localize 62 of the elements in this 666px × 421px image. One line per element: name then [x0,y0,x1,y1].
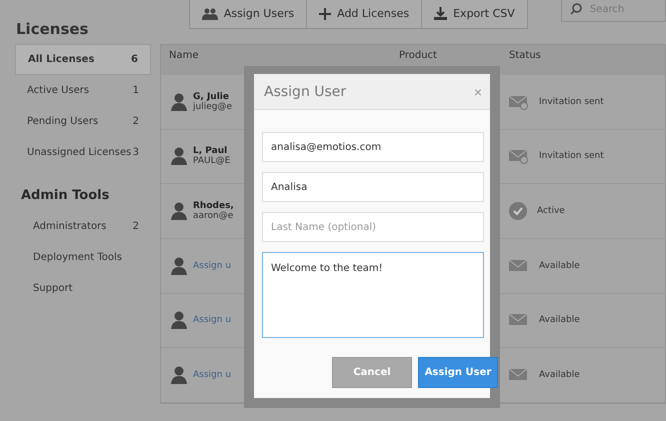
sidebar-label: Unassigned Licenses [27,147,132,158]
user-name: G, Julie [193,92,229,102]
sidebar-item[interactable]: All Licenses 6 [15,44,151,75]
input-field[interactable]: analisa@emotios.com [262,132,484,162]
assign-user-link[interactable]: Assign u [193,370,232,380]
person-icon [171,256,187,275]
column-header: Name [168,50,200,61]
check-circle-icon [509,202,527,220]
envelope-clock-icon [509,148,529,164]
input-field[interactable]: Last Name (optional) [262,212,484,242]
sidebar-label: Deployment Tools [33,252,122,263]
download-icon [434,7,448,20]
plus-icon [319,8,332,20]
column-header: Status [508,50,542,61]
item-count: 2 [132,221,139,232]
toolbar-button[interactable]: Assign Users [188,0,308,29]
envelope-icon [509,258,529,274]
status-text: Available [539,315,580,326]
sidebar-label: Pending Users [27,116,98,127]
status-text: Invitation sent [539,151,604,162]
status-text: Available [539,260,580,271]
user-email: aaron@e [193,211,234,222]
sidebar-item[interactable]: Support [15,273,151,304]
assign-user-link[interactable]: Assign u [193,260,232,271]
section-title: Admin Tools [21,188,110,203]
sidebar-label: Support [33,283,73,294]
sidebar-item[interactable]: Unassigned Licenses3 [15,137,151,168]
item-count: 1 [132,85,139,96]
user-email: julieg@e [193,102,232,112]
sidebar-label: Active Users [27,85,90,96]
user-name: L, Paul [193,146,228,156]
page-title: Licenses [15,20,90,40]
dialog-title: Assign User [264,84,346,100]
item-count: 6 [131,54,138,65]
column-header: Product [398,50,438,61]
sidebar-label: Administrators [33,221,106,232]
message-field[interactable]: Welcome to the team! [262,252,484,338]
status-text: Available [539,370,580,380]
toolbar-button[interactable]: Export CSV [421,0,528,29]
user-name: Rhodes, [193,201,234,212]
input-field[interactable]: Analisa [262,172,484,202]
envelope-clock-icon [509,94,529,110]
toolbar-button[interactable]: Add Licenses [306,0,422,29]
sidebar-item[interactable]: Pending Users 2 [15,106,151,137]
person-icon [171,147,187,166]
sidebar-item[interactable]: Deployment Tools [15,242,151,273]
assign-user-link[interactable]: Assign u [193,315,232,326]
search-icon [570,3,582,15]
sidebar-item[interactable]: Administrators 2 [15,211,151,242]
users-icon [202,8,218,20]
assign-button[interactable]: Assign User [418,357,498,388]
status-text: Invitation sent [539,96,604,107]
person-icon [171,202,187,220]
user-email: PAUL@E [193,156,230,166]
person-icon [171,311,187,330]
sidebar-item[interactable]: Active Users 1 [15,75,151,106]
item-count: 3 [132,147,139,158]
sidebar-label: All Licenses [28,54,94,65]
item-count: 2 [132,116,139,127]
status-text: Active [537,206,565,216]
person-icon [171,92,187,111]
person-icon [171,366,187,384]
